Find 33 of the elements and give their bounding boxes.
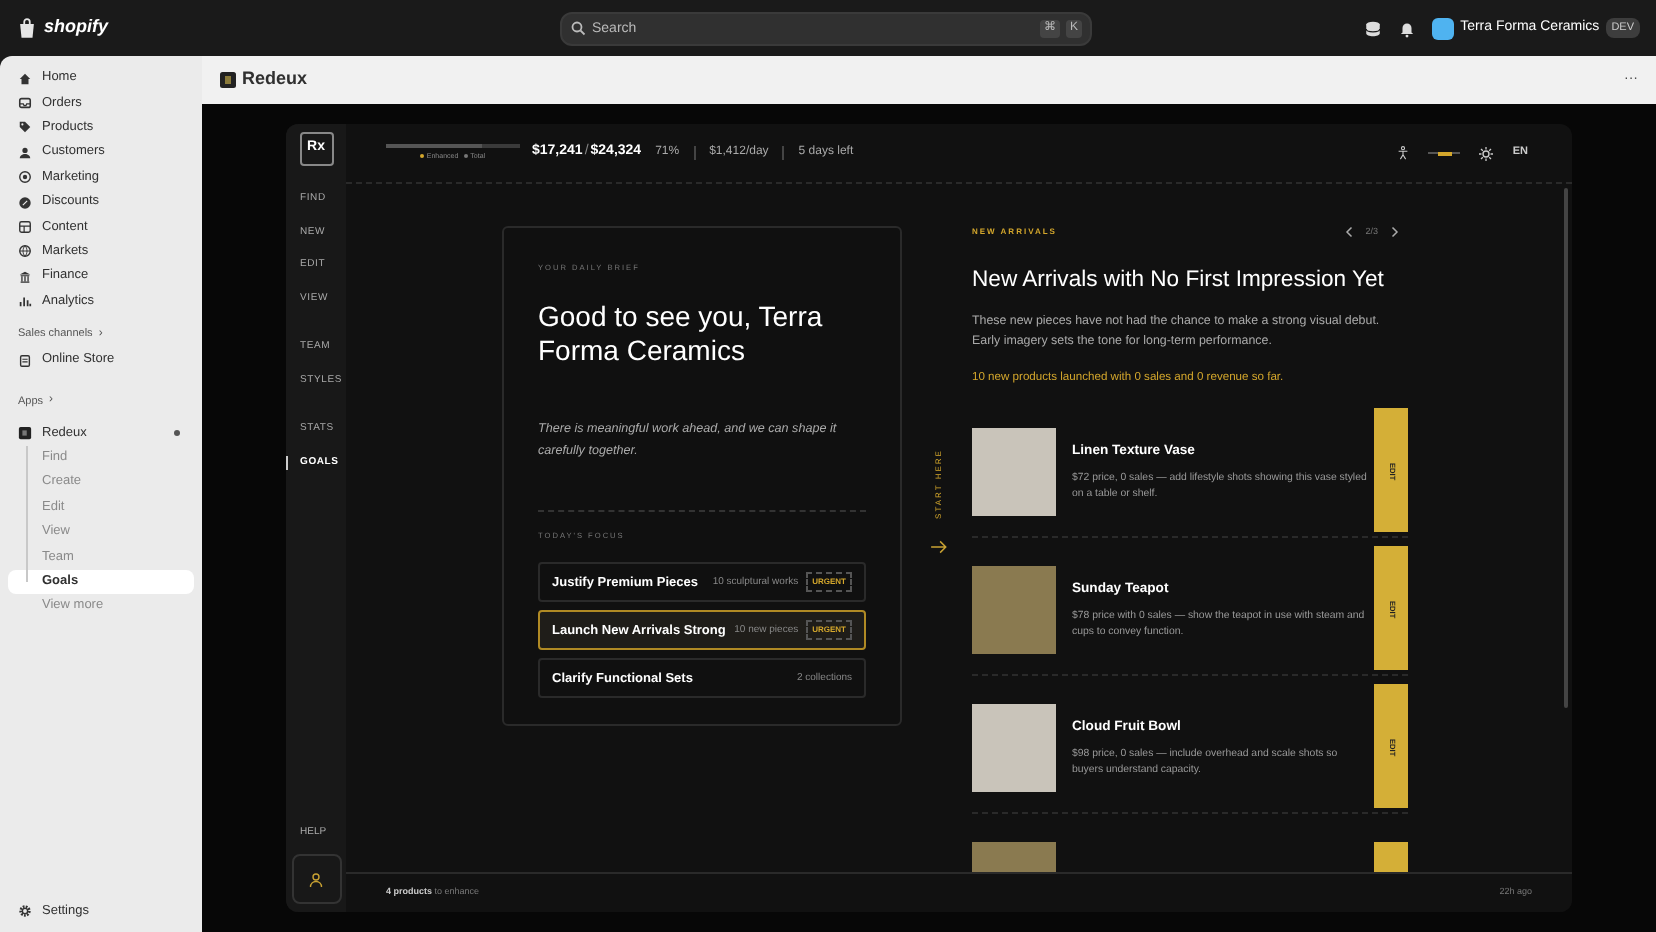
- app-logo-icon: [220, 72, 236, 88]
- inbox-icon: [18, 96, 32, 111]
- chevron-right-icon[interactable]: [1388, 226, 1400, 239]
- brand-logo-text: shopify: [44, 14, 109, 41]
- accessibility-icon[interactable]: [1396, 144, 1411, 162]
- panel-heading: New Arrivals with No First Impression Yet: [972, 265, 1386, 296]
- page-title: Redeux: [242, 66, 308, 93]
- tag-icon: [18, 120, 32, 135]
- photo-placeholder: [972, 704, 1056, 793]
- bell-icon[interactable]: [1398, 19, 1417, 37]
- arrow-right-icon: [929, 537, 947, 555]
- shopping-bag-icon: [16, 16, 38, 40]
- home-icon: [18, 71, 32, 86]
- account-button[interactable]: [291, 854, 341, 904]
- person-icon: [308, 871, 324, 887]
- bar-chart-icon: [18, 294, 32, 309]
- bank-icon: [18, 269, 32, 284]
- chevron-left-icon[interactable]: [1343, 226, 1356, 239]
- person-icon: [18, 145, 32, 160]
- search-icon: [570, 20, 586, 36]
- layout-icon: [18, 220, 32, 235]
- database-icon[interactable]: [1364, 19, 1383, 37]
- gear-icon: [18, 904, 32, 919]
- app-logo-icon: [18, 425, 32, 440]
- photo-placeholder: [972, 428, 1056, 517]
- sun-icon[interactable]: [1478, 145, 1495, 161]
- storefront-icon: [18, 353, 32, 368]
- globe-icon: [18, 244, 32, 259]
- photo-placeholder: [972, 566, 1056, 655]
- store-avatar: [1432, 17, 1455, 39]
- target-icon: [18, 170, 32, 185]
- greeting-heading: Good to see you, Terra Forma Ceramics: [538, 299, 825, 368]
- badge-icon: [18, 195, 32, 210]
